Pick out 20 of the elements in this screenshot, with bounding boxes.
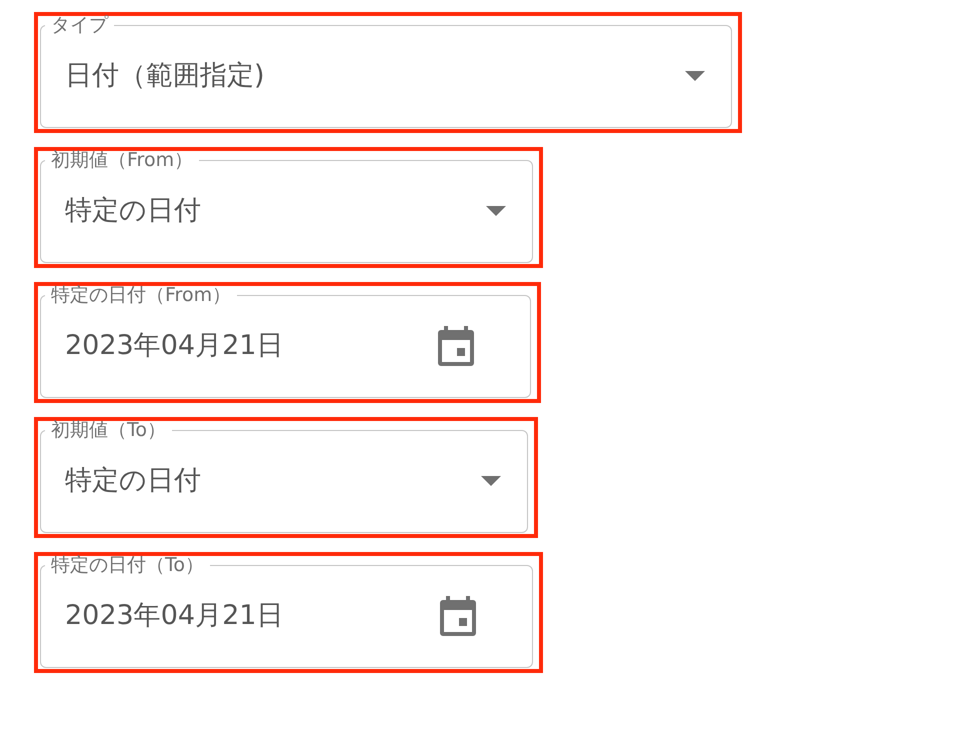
field-value: 2023年04月21日: [65, 328, 284, 363]
date-field[interactable]: 特定の日付（From） 2023年04月21日: [40, 286, 531, 398]
dropdown-caret-icon: [486, 206, 506, 216]
select-field[interactable]: 初期値（From） 特定の日付: [40, 151, 533, 263]
field-label: タイプ: [50, 16, 110, 35]
field-value: 2023年04月21日: [65, 598, 284, 633]
dropdown-caret-icon: [481, 476, 501, 486]
calendar-icon[interactable]: [440, 596, 476, 636]
date-field[interactable]: 特定の日付（To） 2023年04月21日: [40, 556, 533, 668]
field-label: 特定の日付（To）: [50, 556, 206, 575]
field-label: 初期値（To）: [50, 421, 168, 440]
field-label: 初期値（From）: [50, 151, 194, 170]
field-label: 特定の日付（From）: [50, 286, 232, 305]
dropdown-caret-icon: [685, 71, 705, 81]
select-field[interactable]: タイプ 日付（範囲指定): [40, 16, 732, 128]
field-value: 日付（範囲指定): [65, 58, 265, 93]
field-value: 特定の日付: [65, 194, 201, 228]
select-field[interactable]: 初期値（To） 特定の日付: [40, 421, 528, 533]
field-value: 特定の日付: [65, 464, 201, 498]
calendar-icon[interactable]: [438, 326, 474, 366]
